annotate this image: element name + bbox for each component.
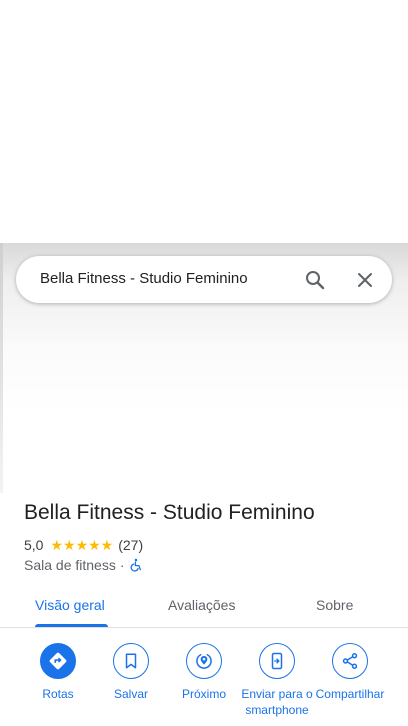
share-button-circle[interactable] xyxy=(332,643,368,679)
share-label: Compartilhar xyxy=(315,687,385,701)
place-category[interactable]: Sala de fitness xyxy=(24,557,116,573)
star-rating-icon: ★★★★★ xyxy=(50,536,114,553)
directions-icon xyxy=(49,652,67,670)
place-title: Bella Fitness - Studio Feminino xyxy=(24,501,315,524)
send-to-phone-label: Enviar para o smartphone xyxy=(241,687,313,717)
send-to-phone-button-circle[interactable] xyxy=(259,643,295,679)
close-icon[interactable] xyxy=(353,268,377,292)
directions-label: Rotas xyxy=(42,687,74,701)
place-panel: Bella Fitness - Studio Feminino Bella Fi… xyxy=(0,243,408,726)
separator: · xyxy=(119,557,125,573)
nearby-icon xyxy=(196,654,212,669)
bookmark-icon xyxy=(125,653,137,669)
tab-about[interactable]: Sobre xyxy=(316,597,353,613)
directions-button[interactable]: Rotas xyxy=(21,643,95,702)
directions-button-circle[interactable] xyxy=(40,643,76,679)
nearby-button-circle[interactable] xyxy=(186,643,222,679)
save-label: Salvar xyxy=(113,687,148,701)
nearby-button[interactable]: Próximo xyxy=(167,643,241,702)
wheelchair-icon xyxy=(130,558,141,572)
tab-overview[interactable]: Visão geral xyxy=(35,597,105,613)
blank-area xyxy=(0,0,408,243)
nearby-label: Próximo xyxy=(181,687,226,701)
tab-reviews[interactable]: Avaliações xyxy=(168,597,235,613)
active-tab-indicator xyxy=(35,624,108,627)
rating-row[interactable]: 5,0 ★★★★★ (27) xyxy=(24,536,143,554)
tab-bar: Visão geral Avaliações Sobre xyxy=(0,587,408,628)
search-icon[interactable] xyxy=(303,268,327,292)
review-count[interactable]: (27) xyxy=(118,537,143,553)
search-input[interactable]: Bella Fitness - Studio Feminino xyxy=(40,270,248,287)
share-button[interactable]: Compartilhar xyxy=(313,643,387,702)
action-buttons-row: Rotas Salvar Próximo Enviar para o smart… xyxy=(0,643,408,726)
search-bar[interactable]: Bella Fitness - Studio Feminino xyxy=(16,256,392,303)
share-icon xyxy=(342,653,358,669)
save-button[interactable]: Salvar xyxy=(94,643,168,702)
save-button-circle[interactable] xyxy=(113,643,149,679)
panel-edge xyxy=(0,243,3,493)
rating-value: 5,0 xyxy=(24,537,44,553)
send-to-phone-icon xyxy=(271,652,283,670)
category-row: Sala de fitness · xyxy=(24,556,143,574)
send-to-phone-button[interactable]: Enviar para o smartphone xyxy=(240,643,314,718)
